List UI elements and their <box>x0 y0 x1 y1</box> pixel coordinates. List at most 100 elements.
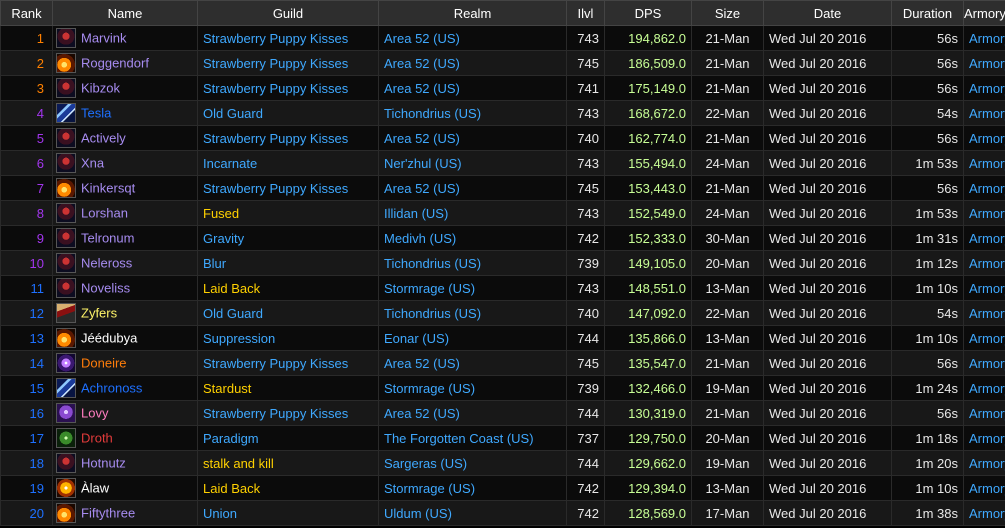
player-name[interactable]: Kibzok <box>81 81 120 96</box>
guild-link[interactable]: Fused <box>197 200 379 226</box>
header-armory[interactable]: Armory <box>963 0 1005 26</box>
player-name[interactable]: Doneire <box>81 356 127 371</box>
realm-link[interactable]: Area 52 (US) <box>378 75 567 101</box>
guild-link[interactable]: stalk and kill <box>197 450 379 476</box>
guild-link[interactable]: Gravity <box>197 225 379 251</box>
guild-link[interactable]: Strawberry Puppy Kisses <box>197 175 379 201</box>
player-name-cell[interactable]: Fiftythree <box>52 500 198 526</box>
realm-link[interactable]: Uldum (US) <box>378 500 567 526</box>
armory-link[interactable]: Armory <box>963 50 1005 76</box>
header-ilvl[interactable]: Ilvl <box>566 0 605 26</box>
header-duration[interactable]: Duration <box>891 0 964 26</box>
player-name-cell[interactable]: Jéédubya <box>52 325 198 351</box>
guild-link[interactable]: Strawberry Puppy Kisses <box>197 125 379 151</box>
armory-link[interactable]: Armory <box>963 150 1005 176</box>
armory-link[interactable]: Armory <box>963 250 1005 276</box>
armory-link[interactable]: Armory <box>963 425 1005 451</box>
armory-link[interactable]: Armory <box>963 300 1005 326</box>
guild-link[interactable]: Old Guard <box>197 300 379 326</box>
guild-link[interactable]: Suppression <box>197 325 379 351</box>
realm-link[interactable]: Eonar (US) <box>378 325 567 351</box>
player-name[interactable]: Roggendorf <box>81 56 149 71</box>
player-name[interactable]: Hotnutz <box>81 456 126 471</box>
player-name-cell[interactable]: Noveliss <box>52 275 198 301</box>
player-name-cell[interactable]: Hotnutz <box>52 450 198 476</box>
player-name[interactable]: Droth <box>81 431 113 446</box>
guild-link[interactable]: Laid Back <box>197 275 379 301</box>
player-name-cell[interactable]: Actively <box>52 125 198 151</box>
armory-link[interactable]: Armory <box>963 400 1005 426</box>
realm-link[interactable]: The Forgotten Coast (US) <box>378 425 567 451</box>
header-date[interactable]: Date <box>763 0 892 26</box>
player-name-cell[interactable]: Lorshan <box>52 200 198 226</box>
player-name-cell[interactable]: Àlaw <box>52 475 198 501</box>
realm-link[interactable]: Medivh (US) <box>378 225 567 251</box>
guild-link[interactable]: Old Guard <box>197 100 379 126</box>
realm-link[interactable]: Illidan (US) <box>378 200 567 226</box>
guild-link[interactable]: Blur <box>197 250 379 276</box>
realm-link[interactable]: Area 52 (US) <box>378 175 567 201</box>
armory-link[interactable]: Armory <box>963 500 1005 526</box>
player-name[interactable]: Actively <box>81 131 126 146</box>
realm-link[interactable]: Ner'zhul (US) <box>378 150 567 176</box>
player-name-cell[interactable]: Doneire <box>52 350 198 376</box>
armory-link[interactable]: Armory <box>963 450 1005 476</box>
guild-link[interactable]: Strawberry Puppy Kisses <box>197 50 379 76</box>
player-name[interactable]: Lovy <box>81 406 108 421</box>
armory-link[interactable]: Armory <box>963 375 1005 401</box>
armory-link[interactable]: Armory <box>963 275 1005 301</box>
player-name[interactable]: Fiftythree <box>81 506 135 521</box>
realm-link[interactable]: Stormrage (US) <box>378 275 567 301</box>
player-name[interactable]: Noveliss <box>81 281 130 296</box>
realm-link[interactable]: Area 52 (US) <box>378 25 567 51</box>
armory-link[interactable]: Armory <box>963 100 1005 126</box>
armory-link[interactable]: Armory <box>963 75 1005 101</box>
player-name[interactable]: Neleross <box>81 256 132 271</box>
player-name-cell[interactable]: Roggendorf <box>52 50 198 76</box>
guild-link[interactable]: Paradigm <box>197 425 379 451</box>
realm-link[interactable]: Area 52 (US) <box>378 125 567 151</box>
player-name[interactable]: Kinkersqt <box>81 181 135 196</box>
player-name-cell[interactable]: Kibzok <box>52 75 198 101</box>
armory-link[interactable]: Armory <box>963 325 1005 351</box>
guild-link[interactable]: Incarnate <box>197 150 379 176</box>
realm-link[interactable]: Stormrage (US) <box>378 475 567 501</box>
armory-link[interactable]: Armory <box>963 475 1005 501</box>
realm-link[interactable]: Sargeras (US) <box>378 450 567 476</box>
header-rank[interactable]: Rank <box>0 0 53 26</box>
armory-link[interactable]: Armory <box>963 350 1005 376</box>
player-name-cell[interactable]: Neleross <box>52 250 198 276</box>
guild-link[interactable]: Strawberry Puppy Kisses <box>197 350 379 376</box>
header-realm[interactable]: Realm <box>378 0 567 26</box>
armory-link[interactable]: Armory <box>963 175 1005 201</box>
player-name-cell[interactable]: Zyfers <box>52 300 198 326</box>
header-name[interactable]: Name <box>52 0 198 26</box>
player-name[interactable]: Àlaw <box>81 481 109 496</box>
player-name[interactable]: Xna <box>81 156 104 171</box>
guild-link[interactable]: Laid Back <box>197 475 379 501</box>
guild-link[interactable]: Stardust <box>197 375 379 401</box>
player-name[interactable]: Marvink <box>81 31 127 46</box>
guild-link[interactable]: Strawberry Puppy Kisses <box>197 25 379 51</box>
player-name-cell[interactable]: Telronum <box>52 225 198 251</box>
player-name-cell[interactable]: Marvink <box>52 25 198 51</box>
player-name-cell[interactable]: Tesla <box>52 100 198 126</box>
player-name[interactable]: Lorshan <box>81 206 128 221</box>
realm-link[interactable]: Area 52 (US) <box>378 400 567 426</box>
realm-link[interactable]: Area 52 (US) <box>378 350 567 376</box>
realm-link[interactable]: Tichondrius (US) <box>378 300 567 326</box>
player-name[interactable]: Tesla <box>81 106 111 121</box>
player-name[interactable]: Telronum <box>81 231 134 246</box>
guild-link[interactable]: Union <box>197 500 379 526</box>
player-name-cell[interactable]: Lovy <box>52 400 198 426</box>
player-name-cell[interactable]: Achronoss <box>52 375 198 401</box>
armory-link[interactable]: Armory <box>963 200 1005 226</box>
header-dps[interactable]: DPS <box>604 0 692 26</box>
player-name-cell[interactable]: Kinkersqt <box>52 175 198 201</box>
guild-link[interactable]: Strawberry Puppy Kisses <box>197 400 379 426</box>
player-name[interactable]: Jéédubya <box>81 331 137 346</box>
armory-link[interactable]: Armory <box>963 125 1005 151</box>
header-size[interactable]: Size <box>691 0 764 26</box>
header-guild[interactable]: Guild <box>197 0 379 26</box>
player-name-cell[interactable]: Xna <box>52 150 198 176</box>
